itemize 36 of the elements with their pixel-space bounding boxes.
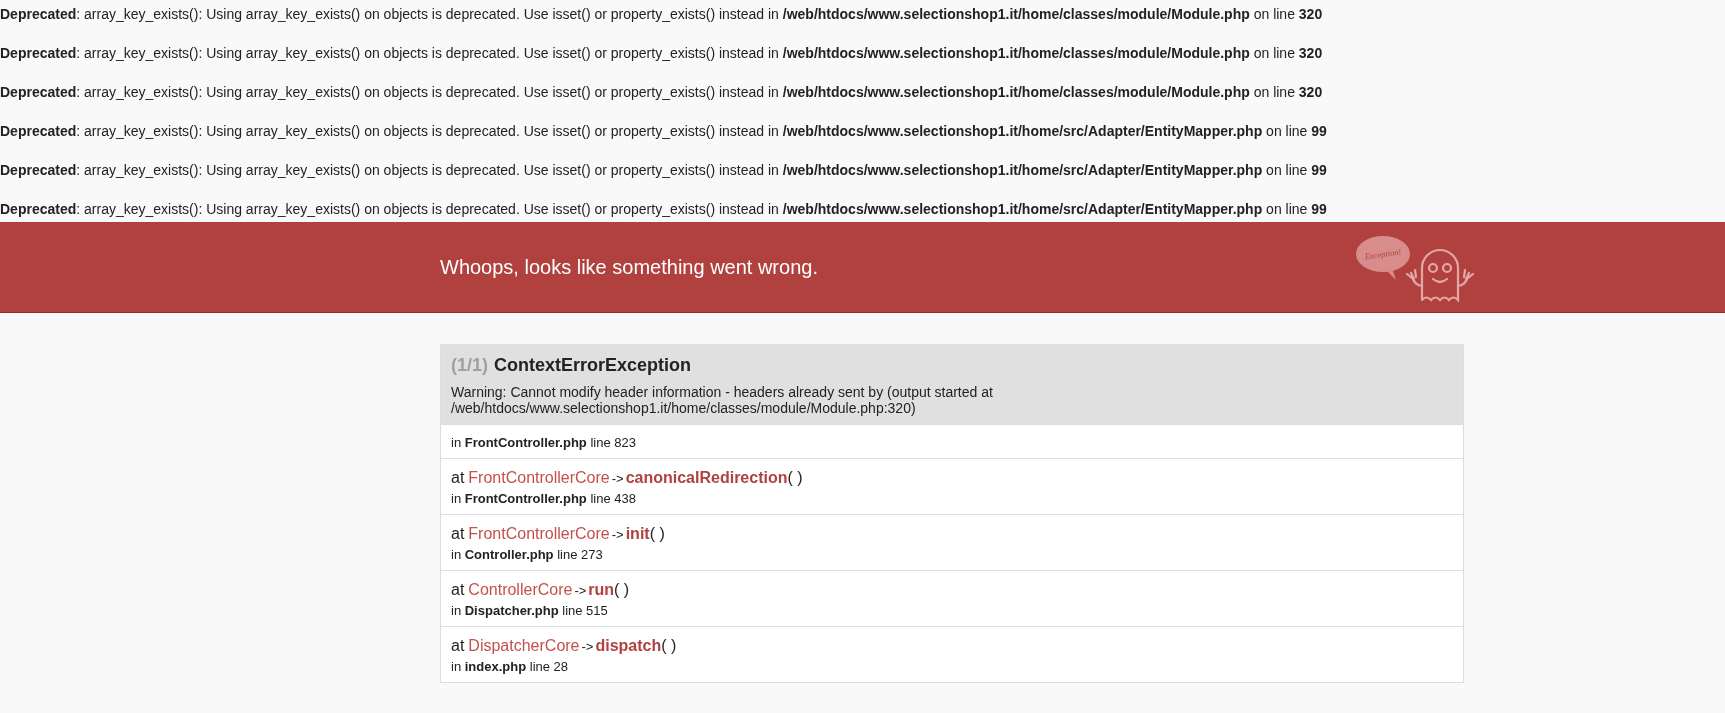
- arrow-operator: ->: [574, 583, 587, 598]
- exception-message: Warning: Cannot modify header information - headers already sent by (output started at /web/htdocs/www.selectionshop1.it/home/classes/module/Module.php:320): [451, 384, 994, 416]
- deprecation-warning: Deprecated: array_key_exists(): Using array_key_exists() on objects is deprecated. Use isset() or property_exists() instead in /web/htdocs/www.selectionshop1.it/home/src/Adapter/EntityMapper.php on line 99: [0, 201, 1328, 218]
- at-label: at: [451, 525, 465, 542]
- method-name: dispatch: [595, 637, 662, 654]
- trace-location: in FrontController.php line 823: [451, 435, 637, 450]
- method-args: ( ): [787, 469, 803, 486]
- at-label: at: [451, 637, 465, 654]
- deprecation-warning: Deprecated: array_key_exists(): Using array_key_exists() on objects is deprecated. Use isset() or property_exists() instead in /web/htdocs/www.selectionshop1.it/home/classes/module/Module.php on line 320: [0, 84, 1324, 101]
- method-name: canonicalRedirection: [625, 469, 788, 486]
- class-name: FrontControllerCore: [468, 469, 610, 486]
- deprecation-warning: Deprecated: array_key_exists(): Using array_key_exists() on objects is deprecated. Use isset() or property_exists() instead in /web/htdocs/www.selectionshop1.it/home/classes/module/Module.php on line 320: [0, 6, 1324, 23]
- method-name: run: [588, 581, 615, 598]
- arrow-operator: ->: [611, 527, 624, 542]
- deprecation-warning: Deprecated: array_key_exists(): Using array_key_exists() on objects is deprecated. Use isset() or property_exists() instead in /web/htdocs/www.selectionshop1.it/home/classes/module/Module.php on line 320: [0, 45, 1324, 62]
- at-label: at: [451, 581, 465, 598]
- trace-location: in Controller.php line 273: [451, 547, 604, 562]
- method-args: ( ): [614, 581, 630, 598]
- at-label: at: [451, 469, 465, 486]
- exception-name: ContextErrorException: [494, 355, 692, 375]
- deprecation-warning: Deprecated: array_key_exists(): Using array_key_exists() on objects is deprecated. Use isset() or property_exists() instead in /web/htdocs/www.selectionshop1.it/home/src/Adapter/EntityMapper.php on line 99: [0, 123, 1328, 140]
- deprecation-warning: Deprecated: array_key_exists(): Using array_key_exists() on objects is deprecated. Use isset() or property_exists() instead in /web/htdocs/www.selectionshop1.it/home/src/Adapter/EntityMapper.php on line 99: [0, 162, 1328, 179]
- trace-location: in Dispatcher.php line 515: [451, 603, 609, 618]
- bubble-text: Exception!: [1364, 246, 1402, 262]
- arrow-operator: ->: [581, 639, 594, 654]
- trace-location: in index.php line 28: [451, 659, 570, 674]
- method-args: ( ): [661, 637, 677, 654]
- banner-title: Whoops, looks like something went wrong.: [440, 255, 818, 279]
- class-name: FrontControllerCore: [468, 525, 610, 542]
- method-args: ( ): [649, 525, 665, 542]
- class-name: DispatcherCore: [468, 637, 580, 654]
- class-name: ControllerCore: [468, 581, 573, 598]
- exception-count: (1/1): [451, 355, 488, 375]
- method-name: init: [625, 525, 650, 542]
- arrow-operator: ->: [611, 471, 624, 486]
- trace-location: in FrontController.php line 438: [451, 491, 637, 506]
